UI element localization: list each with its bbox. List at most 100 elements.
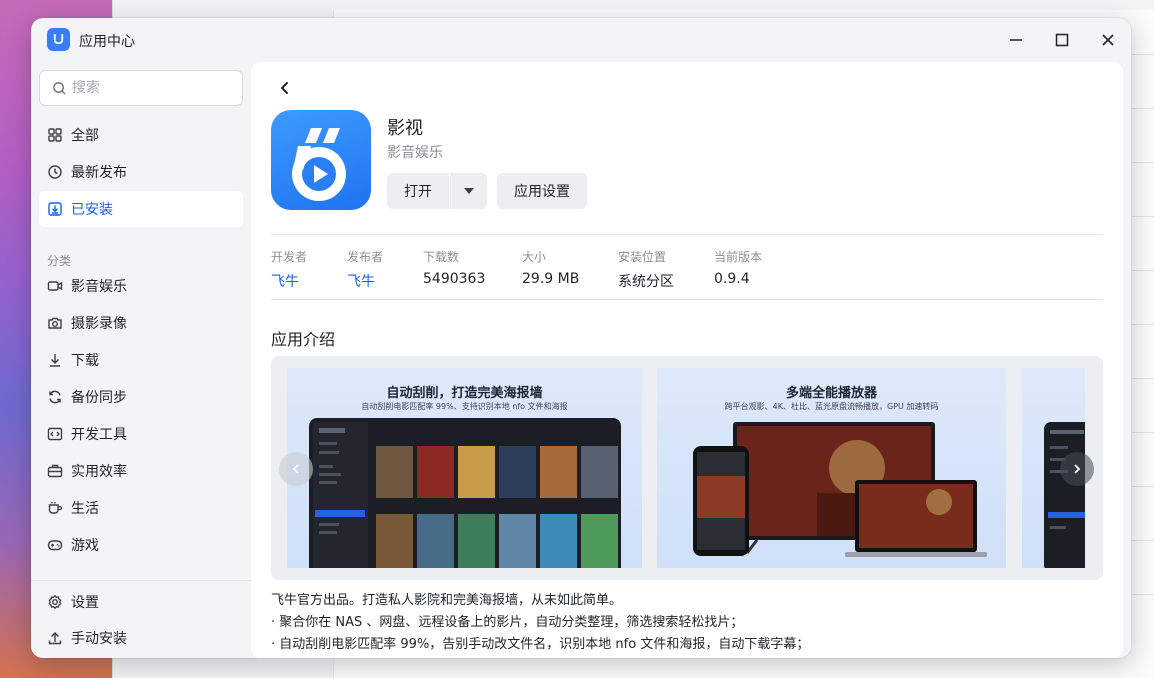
gallery-prev-button[interactable] <box>279 452 313 486</box>
meta-publisher: 发布者 飞牛 <box>347 248 383 291</box>
maximize-icon <box>1055 33 1069 47</box>
nav-item-manual-install[interactable]: 手动安装 <box>39 620 243 656</box>
meta-size: 大小 29.9 MB <box>522 248 579 287</box>
gallery-next-button[interactable] <box>1060 452 1094 486</box>
minimize-button[interactable] <box>1004 28 1028 52</box>
meta-key: 当前版本 <box>714 250 763 264</box>
coffee-cup-icon <box>47 500 63 516</box>
back-button[interactable] <box>273 76 297 100</box>
nav-item-settings[interactable]: 设置 <box>39 584 243 620</box>
nav-label: 游戏 <box>71 538 99 554</box>
upload-icon <box>47 630 63 646</box>
action-buttons: 打开 应用设置 <box>387 173 587 209</box>
app-center-window: 应用中心 全部 最新发布 <box>31 18 1131 658</box>
download-box-icon <box>47 201 63 217</box>
nav-item-all[interactable]: 全部 <box>39 117 243 153</box>
app-category: 影音娱乐 <box>387 145 443 161</box>
nav-label: 手动安装 <box>71 631 127 647</box>
meta-key: 发布者 <box>347 250 384 264</box>
maximize-button[interactable] <box>1050 28 1074 52</box>
meta-key: 安装位置 <box>618 250 667 264</box>
screenshot-multi-device-player[interactable]: 多端全能播放器 跨平台观影、4K、杜比、蓝光原盘流畅播放，GPU 加速转码 <box>657 368 1006 568</box>
close-icon <box>1102 34 1114 46</box>
download-arrow-icon <box>47 352 63 368</box>
screenshot-poster-wall[interactable]: 自动刮削，打造完美海报墙 自动刮削电影匹配率 99%、支持识别本地 nfo 文件… <box>287 368 642 568</box>
nav-item-video[interactable]: 影音娱乐 <box>39 268 243 304</box>
chevron-left-icon <box>292 464 299 474</box>
app-settings-button[interactable]: 应用设置 <box>497 173 587 209</box>
code-icon <box>47 426 63 442</box>
sidebar: 全部 最新发布 已安装 分类 影音娱乐 摄影录像 <box>31 62 251 658</box>
chevron-right-icon <box>1074 464 1081 474</box>
nav-label: 下载 <box>71 353 99 369</box>
nav-item-latest[interactable]: 最新发布 <box>39 154 243 190</box>
meta-downloads: 下载数 5490363 <box>423 248 485 287</box>
search-box[interactable] <box>39 70 243 106</box>
developer-link[interactable]: 飞牛 <box>271 271 307 291</box>
nav-label: 全部 <box>71 128 99 144</box>
back-arrow-icon <box>281 82 288 94</box>
nav-label: 已安装 <box>71 202 113 218</box>
meta-location: 安装位置 系统分区 <box>618 248 674 291</box>
close-button[interactable] <box>1096 28 1120 52</box>
meta-value: 29.9 MB <box>522 271 580 287</box>
nav-item-games[interactable]: 游戏 <box>39 527 243 563</box>
open-options-dropdown[interactable] <box>450 173 487 209</box>
nav-item-life[interactable]: 生活 <box>39 490 243 526</box>
search-input[interactable] <box>72 77 232 99</box>
gear-icon <box>47 594 63 610</box>
gamepad-icon <box>47 537 63 553</box>
title-bar: 应用中心 <box>31 18 1131 62</box>
meta-value: 0.9.4 <box>714 271 750 287</box>
nav-item-productivity[interactable]: 实用效率 <box>39 453 243 489</box>
clock-icon <box>47 164 63 180</box>
sidebar-footer: 设置 手动安装 <box>31 580 251 658</box>
meta-key: 下载数 <box>423 250 460 264</box>
nav-label: 影音娱乐 <box>71 279 127 295</box>
intro-heading: 应用介绍 <box>271 330 336 349</box>
description-line: · 自动刮削电影匹配率 99%，告别手动改文件名，识别本地 nfo 文件和海报，… <box>271 637 810 652</box>
search-icon <box>53 82 66 95</box>
app-center-logo-icon <box>47 28 70 51</box>
camera-icon <box>47 315 63 331</box>
nav-item-photo[interactable]: 摄影录像 <box>39 305 243 341</box>
publisher-link[interactable]: 飞牛 <box>347 271 383 291</box>
divider <box>271 234 1103 235</box>
description-line: 飞牛官方出品。打造私人影院和完美海报墙，从未如此简单。 <box>271 593 623 608</box>
divider <box>271 299 1103 300</box>
description-line: · 聚合你在 NAS 、网盘、远程设备上的影片，自动分类整理，筛选搜索轻松找片； <box>271 615 744 630</box>
nav-label: 最新发布 <box>71 165 127 181</box>
nav-item-installed[interactable]: 已安装 <box>39 191 243 227</box>
caret-down-icon <box>463 188 474 194</box>
video-camera-icon <box>47 278 63 294</box>
grid-icon <box>47 127 63 143</box>
multi-device-mockup <box>693 422 987 557</box>
screenshot-gallery: 自动刮削，打造完美海报墙 自动刮削电影匹配率 99%、支持识别本地 nfo 文件… <box>271 356 1103 580</box>
nav-item-download[interactable]: 下载 <box>39 342 243 378</box>
nav-label: 开发工具 <box>71 427 127 443</box>
meta-key: 开发者 <box>271 250 308 264</box>
nav-item-backup[interactable]: 备份同步 <box>39 379 243 415</box>
nav-label: 实用效率 <box>71 464 127 480</box>
nav-label: 备份同步 <box>71 390 127 406</box>
sync-icon <box>47 389 63 405</box>
meta-key: 大小 <box>522 250 547 264</box>
poster-wall-mockup <box>309 418 621 568</box>
meta-version: 当前版本 0.9.4 <box>714 248 762 287</box>
meta-developer: 开发者 飞牛 <box>271 248 307 291</box>
app-icon <box>271 110 371 210</box>
meta-value: 系统分区 <box>618 274 674 290</box>
nav-label: 设置 <box>71 595 99 611</box>
category-section-label: 分类 <box>47 254 72 268</box>
briefcase-icon <box>47 463 63 479</box>
nav-item-dev-tools[interactable]: 开发工具 <box>39 416 243 452</box>
open-button[interactable]: 打开 <box>387 173 449 209</box>
app-description: 飞牛官方出品。打造私人影院和完美海报墙，从未如此简单。 · 聚合你在 NAS 、… <box>271 590 1103 656</box>
app-detail-panel: 影视 影音娱乐 打开 应用设置 开发者 飞牛 发布者 飞牛 下载数 549036… <box>251 62 1123 658</box>
meta-value: 5490363 <box>423 271 486 287</box>
nav-label: 生活 <box>71 501 99 517</box>
minimize-icon <box>1010 39 1022 41</box>
app-name: 影视 <box>387 118 423 139</box>
nav-label: 摄影录像 <box>71 316 127 332</box>
window-title: 应用中心 <box>79 34 135 50</box>
